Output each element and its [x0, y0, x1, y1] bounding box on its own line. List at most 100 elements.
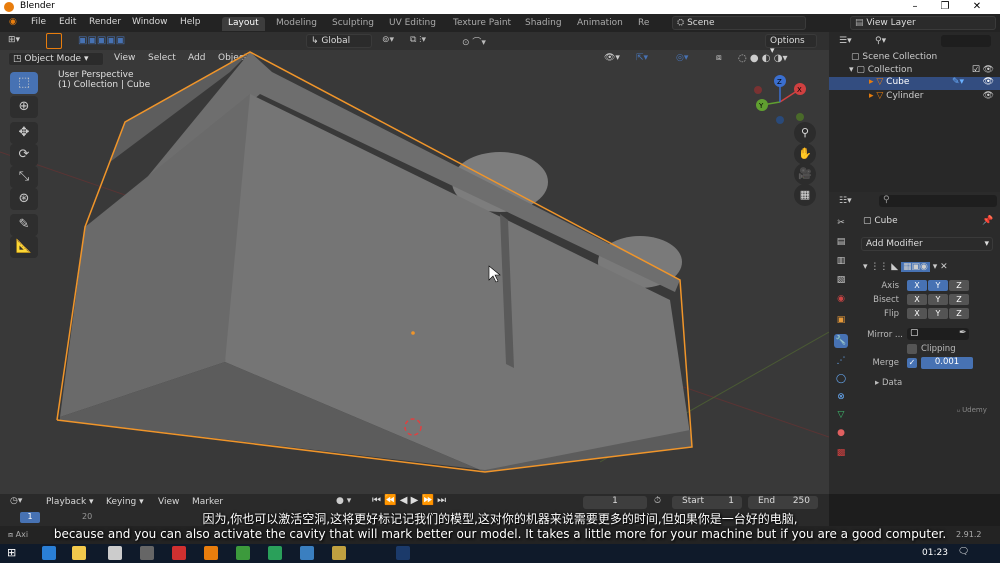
data-tab-icon[interactable]: ▽ [834, 408, 848, 422]
tab-sculpting[interactable]: Sculpting [326, 17, 380, 31]
material-tab-icon[interactable]: ● [834, 426, 848, 440]
menu-window[interactable]: Window [132, 17, 168, 27]
photoshop-icon[interactable] [396, 546, 410, 560]
tab-shading[interactable]: Shading [519, 17, 568, 31]
menu-file[interactable]: File [31, 17, 46, 27]
outliner-mode-icon[interactable]: ⚲▾ [875, 36, 886, 46]
tab-texture-paint[interactable]: Texture Paint [447, 17, 517, 31]
bisect-y-toggle[interactable]: Y [928, 294, 948, 305]
constraints-tab-icon[interactable]: ⊗ [834, 390, 848, 404]
flip-z-toggle[interactable]: Z [949, 308, 969, 319]
autokey-icon[interactable]: ● ▾ [336, 496, 351, 506]
transform-tool-icon[interactable]: ⊛ [10, 188, 38, 210]
timeline-menu-playback[interactable]: Playback ▾ [46, 497, 94, 507]
axis-y-toggle[interactable]: Y [928, 280, 948, 291]
cursor-tool-icon[interactable]: ⊕ [10, 96, 38, 118]
move-tool-icon[interactable]: ✥ [10, 122, 38, 144]
bisect-x-toggle[interactable]: X [907, 294, 927, 305]
scale-tool-icon[interactable]: ⤡ [10, 166, 38, 188]
close-icon[interactable]: ✕ [962, 0, 992, 14]
timeline-menu-keying[interactable]: Keying ▾ [106, 497, 144, 507]
pin-icon[interactable]: 📌 [982, 216, 993, 226]
flip-y-toggle[interactable]: Y [928, 308, 948, 319]
store-icon[interactable] [108, 546, 122, 560]
flip-x-toggle[interactable]: X [907, 308, 927, 319]
app-blue-icon[interactable] [300, 546, 314, 560]
outliner-item-cube[interactable]: ▸ ▽ Cube ✎▾ 👁 [829, 77, 1000, 90]
timeline-menu-marker[interactable]: Marker [192, 497, 223, 507]
outliner-filter-icon[interactable]: ☰▾ [839, 36, 852, 46]
modifier-tab-icon[interactable]: 🔧 [834, 334, 848, 348]
physics-tab-icon[interactable]: ◯ [834, 372, 848, 386]
menu-edit[interactable]: Edit [59, 17, 76, 27]
outliner-search-input[interactable] [941, 35, 991, 47]
annotate-tool-icon[interactable]: ✎ [10, 214, 38, 236]
eye-icon[interactable]: 👁 [983, 77, 994, 87]
select-tool-icon[interactable]: ⬚ [10, 72, 38, 94]
zoom-icon[interactable]: ⚲ [794, 122, 816, 144]
expand-icon[interactable]: ▾ ▢ [849, 65, 868, 75]
blender-taskbar-icon[interactable] [204, 546, 218, 560]
scene-selector[interactable]: ⛭ Scene [672, 16, 806, 30]
edge-icon[interactable] [42, 546, 56, 560]
measure-tool-icon[interactable]: 📐 [10, 236, 38, 258]
properties-editor-icon[interactable]: ☷▾ [839, 196, 852, 206]
scene-collection-row[interactable]: ▢ Scene Collection [851, 52, 937, 62]
merge-distance-input[interactable]: 0.001 [921, 357, 973, 369]
particles-tab-icon[interactable]: ⋰ [834, 354, 848, 368]
bisect-z-toggle[interactable]: Z [949, 294, 969, 305]
tab-uv-editing[interactable]: UV Editing [383, 17, 442, 31]
clipping-checkbox[interactable] [907, 344, 917, 354]
view-layer-tab-icon[interactable]: ▧ [834, 273, 848, 287]
eye-icon[interactable]: 👁 [983, 65, 994, 75]
tab-layout[interactable]: Layout [222, 17, 265, 31]
collection-row[interactable]: ▾ ▢ Collection ☑ 👁 [849, 65, 1000, 75]
current-frame-input[interactable]: 1 [583, 496, 647, 509]
rotate-tool-icon[interactable]: ⟳ [10, 144, 38, 166]
navigation-gizmo[interactable]: X Y Z [754, 75, 806, 124]
add-modifier-dropdown[interactable]: Add Modifier ▾ [861, 237, 993, 251]
object-name-field[interactable]: ▢ Cube [863, 216, 898, 226]
notifications-icon[interactable]: 🗨 [958, 547, 969, 557]
outliner-item-cylinder[interactable]: ▸ ▽ Cylinder 👁 [869, 91, 1000, 101]
eye-icon[interactable]: 👁 [983, 91, 994, 101]
playback-controls[interactable]: ⏮ ⏪ ◀ ▶ ⏩ ⏭ [372, 495, 446, 506]
merge-checkbox[interactable]: ✓ [907, 358, 917, 368]
app-red-icon[interactable] [172, 546, 186, 560]
menu-render[interactable]: Render [89, 17, 121, 27]
search-app-icon[interactable] [140, 546, 154, 560]
camera-view-icon[interactable]: 🎥 [794, 163, 816, 185]
scene-tab-icon[interactable]: ◉ [834, 292, 848, 306]
3d-viewport[interactable]: ⊞▾ ▣▣▣▣▣ ↳ Global ⊚▾ ⧉ ⫶▾ ⊙ ⌒▾ Options ▾… [0, 32, 829, 494]
app-gold-icon[interactable] [332, 546, 346, 560]
explorer-icon[interactable] [72, 546, 86, 560]
texture-tab-icon[interactable]: ▩ [834, 446, 848, 460]
timeline-menu-view[interactable]: View [158, 497, 179, 507]
render-tab-icon[interactable]: ▤ [834, 235, 848, 249]
maximize-icon[interactable]: ❐ [930, 0, 960, 14]
minimize-icon[interactable]: – [900, 0, 930, 14]
tab-modeling[interactable]: Modeling [270, 17, 323, 31]
tool-tab-icon[interactable]: ✂ [834, 216, 848, 230]
eyedropper-icon[interactable]: ✒ [959, 328, 967, 338]
menu-help[interactable]: Help [180, 17, 201, 27]
tab-rendering[interactable]: Re [632, 17, 655, 31]
view-layer-selector[interactable]: ▤ View Layer [850, 16, 996, 30]
start-frame-input[interactable]: Start 1 [672, 496, 742, 509]
axis-x-toggle[interactable]: X [907, 280, 927, 291]
axis-z-toggle[interactable]: Z [949, 280, 969, 291]
modifier-header[interactable]: ▾ ⋮⋮ ◣ ▦▣◉ ▾ ✕ [863, 262, 948, 272]
chrome-icon[interactable] [236, 546, 250, 560]
data-subpanel[interactable]: ▸ Data [875, 378, 902, 388]
ortho-grid-icon[interactable]: ▦ [794, 184, 816, 206]
world-tab-icon[interactable]: ▣ [834, 313, 848, 327]
output-tab-icon[interactable]: ▥ [834, 254, 848, 268]
tab-animation[interactable]: Animation [571, 17, 629, 31]
properties-search-input[interactable]: ⚲ [879, 195, 997, 207]
windows-start-icon[interactable]: ⊞ [7, 546, 16, 559]
checkbox-icon[interactable]: ☑ [972, 65, 980, 75]
timeline-editor-icon[interactable]: ◷▾ [10, 496, 22, 506]
blender-menu-icon[interactable]: ◉ [9, 17, 17, 27]
end-frame-input[interactable]: End 250 [748, 496, 818, 509]
viewport-scene[interactable]: X Y Z [0, 32, 829, 494]
